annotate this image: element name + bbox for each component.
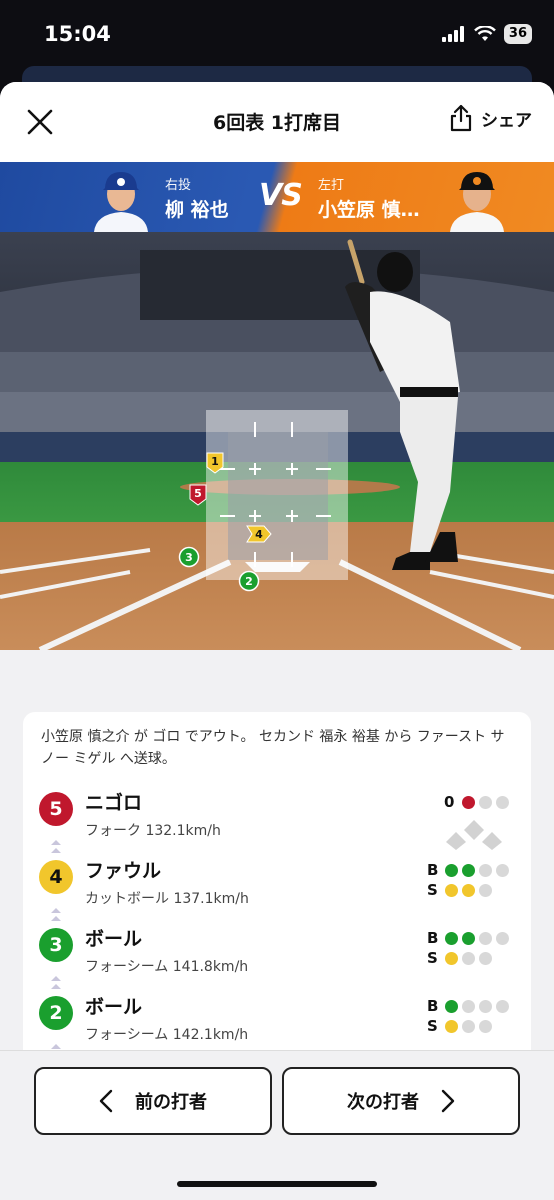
next-batter-button[interactable]: 次の打者 bbox=[282, 1067, 520, 1135]
strike-dot bbox=[445, 883, 458, 897]
pitch-marker-1: 1 bbox=[206, 452, 224, 474]
share-icon bbox=[450, 104, 472, 132]
batter-avatar bbox=[450, 172, 504, 232]
pitch-row-4[interactable]: 4 ファウル カットボール 137.1km/h B S bbox=[23, 856, 531, 924]
ball-dot bbox=[479, 999, 492, 1013]
matchup-banner: 右投 柳 裕也 VS 左打 小笠原 慎… bbox=[0, 162, 554, 232]
pitch-marker-2-label: 2 bbox=[245, 575, 253, 588]
field-illustration bbox=[0, 232, 554, 650]
strike-zone-inner bbox=[228, 432, 328, 560]
pitcher-avatar bbox=[94, 172, 148, 232]
pitch-type: フォーシーム 142.1km/h bbox=[85, 1027, 249, 1043]
chevron-up-icon bbox=[51, 908, 61, 921]
strike-dot bbox=[479, 1019, 492, 1033]
ball-letter: B bbox=[427, 861, 439, 879]
vs-label: VS bbox=[259, 178, 303, 213]
strike-dot bbox=[479, 883, 492, 897]
pitch-number-badge: 2 bbox=[39, 996, 73, 1030]
strike-dot bbox=[462, 951, 475, 965]
ball-letter: B bbox=[427, 929, 439, 947]
strike-dot bbox=[445, 1019, 458, 1033]
pitcher-hand: 右投 bbox=[165, 178, 192, 193]
share-button[interactable]: シェア bbox=[449, 104, 532, 132]
batter-navigation: 前の打者 次の打者 bbox=[0, 1050, 554, 1200]
chevron-up-icon bbox=[51, 976, 61, 989]
strike-letter: S bbox=[427, 881, 438, 899]
ball-strike-count: B S bbox=[427, 996, 509, 1036]
ball-dot bbox=[496, 999, 509, 1013]
ball-dot bbox=[479, 863, 492, 877]
pitcher-label: 右投 柳 裕也 bbox=[165, 174, 229, 222]
prev-batter-label: 前の打者 bbox=[135, 1092, 207, 1113]
ball-dot bbox=[496, 863, 509, 877]
chevron-right-icon bbox=[441, 1089, 455, 1113]
prev-batter-button[interactable]: 前の打者 bbox=[34, 1067, 272, 1135]
pitch-result: ボール bbox=[85, 928, 143, 950]
strike-dot bbox=[445, 951, 458, 965]
pitch-number-badge: 4 bbox=[39, 860, 73, 894]
pitch-result: ボール bbox=[85, 996, 143, 1018]
pitch-marker-1-label: 1 bbox=[211, 455, 219, 468]
ball-dot bbox=[462, 999, 475, 1013]
ball-dot bbox=[462, 863, 475, 877]
pitch-marker-3: 3 bbox=[178, 546, 200, 568]
batter-hand: 左打 bbox=[318, 178, 345, 193]
pitch-result: ニゴロ bbox=[85, 792, 143, 814]
out-dot bbox=[462, 795, 475, 809]
signal-icon bbox=[441, 26, 464, 42]
ball-dot bbox=[445, 931, 458, 945]
home-indicator[interactable] bbox=[177, 1181, 377, 1187]
chevron-up-icon bbox=[51, 840, 61, 853]
batter-name: 小笠原 慎… bbox=[318, 199, 420, 221]
pitch-type: カットボール 137.1km/h bbox=[85, 891, 249, 907]
pitch-number-badge: 5 bbox=[39, 792, 73, 826]
pitch-marker-4-label: 4 bbox=[255, 528, 263, 541]
outs-value: 0 bbox=[444, 793, 455, 811]
next-batter-label: 次の打者 bbox=[347, 1092, 419, 1113]
chevron-left-icon bbox=[99, 1089, 113, 1113]
ball-strike-count: B S bbox=[427, 928, 509, 968]
pitch-location-field: 1 5 4 3 2 bbox=[0, 232, 554, 650]
strike-dot bbox=[479, 951, 492, 965]
pitch-marker-5-label: 5 bbox=[194, 487, 202, 500]
pitch-marker-2: 2 bbox=[238, 570, 260, 592]
base-diamond-icon bbox=[446, 820, 502, 850]
header: 6回表 1打席目 シェア bbox=[0, 82, 554, 162]
pitch-row-3[interactable]: 3 ボール フォーシーム 141.8km/h B S bbox=[23, 924, 531, 992]
at-bat-summary: 小笠原 慎之介 が ゴロ でアウト。 セカンド 福永 裕基 から ファースト サ… bbox=[41, 729, 505, 767]
pitch-row-5[interactable]: 5 ニゴロ フォーク 132.1km/h 0 bbox=[23, 788, 531, 856]
wifi-icon bbox=[474, 26, 496, 41]
status-icons: 36 bbox=[441, 24, 532, 44]
at-bat-sheet: 6回表 1打席目 シェア 右投 柳 裕也 VS 左打 小笠原 慎… 1 5 4 … bbox=[0, 82, 554, 1200]
ball-strike-count: B S bbox=[427, 860, 509, 900]
batter-label: 左打 小笠原 慎… bbox=[318, 174, 420, 222]
pitcher-name: 柳 裕也 bbox=[165, 199, 229, 221]
strike-letter: S bbox=[427, 949, 438, 967]
status-time: 15:04 bbox=[44, 22, 111, 46]
pitch-type: フォーク 132.1km/h bbox=[85, 823, 221, 839]
share-label: シェア bbox=[481, 110, 532, 131]
ball-dot bbox=[462, 931, 475, 945]
ball-letter: B bbox=[427, 997, 439, 1015]
ball-dot bbox=[479, 931, 492, 945]
battery-indicator: 36 bbox=[503, 24, 532, 44]
out-count: 0 bbox=[444, 792, 509, 854]
strike-letter: S bbox=[427, 1017, 438, 1035]
pitch-marker-5: 5 bbox=[189, 484, 207, 506]
outs-line: 0 bbox=[444, 792, 509, 812]
pitch-marker-3-label: 3 bbox=[185, 551, 193, 564]
ball-dot bbox=[445, 863, 458, 877]
ball-dot bbox=[496, 931, 509, 945]
pitch-type: フォーシーム 141.8km/h bbox=[85, 959, 249, 975]
out-dot bbox=[479, 795, 492, 809]
out-dot bbox=[496, 795, 509, 809]
ball-dot bbox=[445, 999, 458, 1013]
status-bar: 15:04 36 bbox=[0, 0, 554, 70]
pitch-marker-4: 4 bbox=[246, 525, 272, 543]
strike-dot bbox=[462, 883, 475, 897]
strike-dot bbox=[462, 1019, 475, 1033]
pitch-result: ファウル bbox=[85, 860, 162, 882]
pitch-number-badge: 3 bbox=[39, 928, 73, 962]
